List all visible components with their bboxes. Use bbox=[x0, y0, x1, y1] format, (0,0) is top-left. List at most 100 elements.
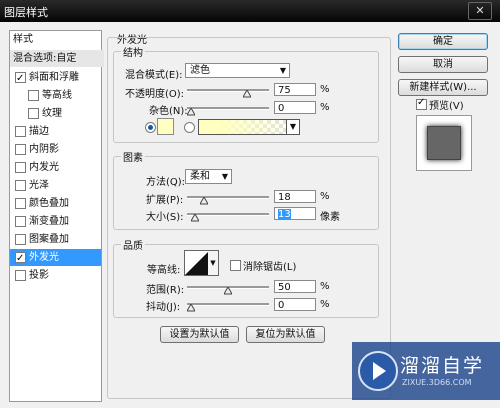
watermark-url: ZIXUE.3D66.COM bbox=[402, 378, 472, 387]
method-select[interactable]: 柔和 ▼ bbox=[185, 169, 232, 184]
radio-dot-icon bbox=[148, 125, 153, 130]
style-item[interactable]: 内发光 bbox=[10, 159, 101, 176]
style-item-label: 颜色叠加 bbox=[29, 198, 69, 209]
make-default-button[interactable]: 设置为默认值 bbox=[160, 326, 239, 343]
glow-gradient-picker[interactable]: ▼ bbox=[198, 119, 300, 135]
style-item[interactable]: 图案叠加 bbox=[10, 231, 101, 248]
style-item-label: 内发光 bbox=[29, 162, 59, 173]
blend-options-item[interactable]: 混合选项:自定 bbox=[10, 50, 104, 67]
style-item[interactable]: 斜面和浮雕 bbox=[10, 69, 101, 87]
style-item[interactable]: 渐变叠加 bbox=[10, 213, 101, 230]
gradient-radio[interactable] bbox=[184, 122, 195, 133]
slider-thumb[interactable] bbox=[242, 90, 251, 98]
reset-default-button[interactable]: 复位为默认值 bbox=[246, 326, 325, 343]
slider-thumb[interactable] bbox=[200, 197, 209, 205]
contour-curve-icon bbox=[185, 251, 209, 275]
contour-dropdown[interactable]: ▼ bbox=[208, 250, 219, 276]
style-item[interactable]: 描边 bbox=[10, 123, 101, 140]
preview-label: 预览(V) bbox=[429, 101, 464, 112]
opacity-label: 不透明度(O): bbox=[125, 89, 185, 100]
style-item-checkbox[interactable] bbox=[15, 216, 26, 227]
new-style-button[interactable]: 新建样式(W)... bbox=[398, 79, 488, 96]
styles-list: 样式 混合选项:自定 斜面和浮雕等高线纹理描边内阴影内发光光泽颜色叠加渐变叠加图… bbox=[9, 30, 104, 402]
range-field[interactable]: 50 bbox=[274, 280, 316, 293]
size-value: 13 bbox=[278, 209, 291, 220]
style-item-label: 等高线 bbox=[42, 90, 72, 101]
window-title: 图层样式 bbox=[4, 6, 48, 19]
chevron-down-icon: ▼ bbox=[286, 120, 299, 134]
style-item-label: 外发光 bbox=[29, 252, 59, 263]
style-item-checkbox[interactable] bbox=[15, 180, 26, 191]
style-item[interactable]: 投影 bbox=[10, 267, 101, 284]
style-item[interactable]: 颜色叠加 bbox=[10, 195, 101, 212]
range-unit: % bbox=[320, 281, 330, 292]
title-bar: 图层样式 ✕ bbox=[0, 0, 500, 22]
slider-thumb[interactable] bbox=[187, 304, 195, 312]
noise-field[interactable]: 0 bbox=[274, 101, 316, 114]
style-item-label: 描边 bbox=[29, 126, 49, 137]
antialias-checkbox[interactable] bbox=[230, 260, 241, 271]
slider-thumb[interactable] bbox=[187, 108, 195, 116]
style-item[interactable]: 纹理 bbox=[10, 105, 101, 122]
style-item-checkbox[interactable] bbox=[15, 144, 26, 155]
antialias-label: 消除锯齿(L) bbox=[243, 262, 297, 273]
style-item-label: 投影 bbox=[29, 270, 49, 281]
spread-unit: % bbox=[320, 191, 330, 202]
preview-swatch bbox=[427, 126, 461, 160]
style-item[interactable]: 等高线 bbox=[10, 87, 101, 104]
quality-title: 品质 bbox=[121, 237, 145, 252]
spread-slider[interactable] bbox=[187, 196, 269, 205]
noise-unit: % bbox=[320, 102, 330, 113]
style-item-checkbox[interactable] bbox=[15, 70, 26, 87]
watermark-name: 溜溜自学 bbox=[400, 355, 485, 377]
range-label: 范围(R): bbox=[146, 285, 185, 296]
jitter-field[interactable]: 0 bbox=[274, 298, 316, 311]
style-item-checkbox[interactable] bbox=[15, 270, 26, 281]
cancel-button[interactable]: 取消 bbox=[398, 56, 488, 73]
opacity-field[interactable]: 75 bbox=[274, 83, 316, 96]
opacity-unit: % bbox=[320, 84, 330, 95]
opacity-slider[interactable] bbox=[187, 89, 269, 98]
contour-label: 等高线: bbox=[147, 265, 181, 276]
blend-mode-label: 混合模式(E): bbox=[125, 70, 183, 81]
slider-thumb[interactable] bbox=[190, 214, 199, 222]
play-logo-icon bbox=[358, 351, 398, 391]
watermark: 溜溜自学 ZIXUE.3D66.COM bbox=[352, 342, 500, 400]
jitter-label: 抖动(J): bbox=[146, 302, 181, 313]
glow-color-swatch[interactable] bbox=[157, 118, 174, 135]
method-value: 柔和 bbox=[190, 171, 210, 182]
range-slider[interactable] bbox=[187, 286, 269, 295]
spread-field[interactable]: 18 bbox=[274, 190, 316, 203]
style-item-checkbox[interactable] bbox=[15, 162, 26, 173]
ok-button[interactable]: 确定 bbox=[398, 33, 488, 50]
style-item[interactable]: 内阴影 bbox=[10, 141, 101, 158]
blend-mode-value: 滤色 bbox=[190, 65, 210, 76]
style-item[interactable]: 外发光 bbox=[10, 249, 101, 267]
style-item[interactable]: 光泽 bbox=[10, 177, 101, 194]
style-item-checkbox[interactable] bbox=[28, 90, 39, 101]
close-button[interactable]: ✕ bbox=[468, 2, 492, 20]
noise-slider[interactable] bbox=[187, 107, 269, 116]
style-item-checkbox[interactable] bbox=[15, 126, 26, 137]
style-preview bbox=[416, 115, 472, 171]
elements-title: 图素 bbox=[121, 149, 145, 164]
chevron-down-icon: ▼ bbox=[210, 259, 216, 267]
size-field[interactable]: 13 bbox=[274, 207, 316, 220]
style-item-checkbox[interactable] bbox=[15, 198, 26, 209]
chevron-down-icon: ▼ bbox=[279, 66, 286, 75]
color-radio[interactable] bbox=[145, 122, 156, 133]
style-item-checkbox[interactable] bbox=[15, 250, 26, 267]
jitter-slider[interactable] bbox=[187, 303, 269, 312]
blend-mode-select[interactable]: 滤色 ▼ bbox=[185, 63, 290, 78]
style-item-label: 光泽 bbox=[29, 180, 49, 191]
style-item-label: 斜面和浮雕 bbox=[29, 72, 79, 83]
slider-thumb[interactable] bbox=[224, 287, 232, 295]
size-label: 大小(S): bbox=[146, 212, 184, 223]
contour-preview[interactable] bbox=[184, 250, 210, 276]
styles-header[interactable]: 样式 bbox=[10, 31, 104, 48]
size-unit: 像素 bbox=[320, 212, 340, 223]
preview-checkbox[interactable] bbox=[416, 97, 427, 110]
style-item-checkbox[interactable] bbox=[28, 108, 39, 119]
style-item-checkbox[interactable] bbox=[15, 234, 26, 245]
size-slider[interactable] bbox=[187, 213, 269, 222]
